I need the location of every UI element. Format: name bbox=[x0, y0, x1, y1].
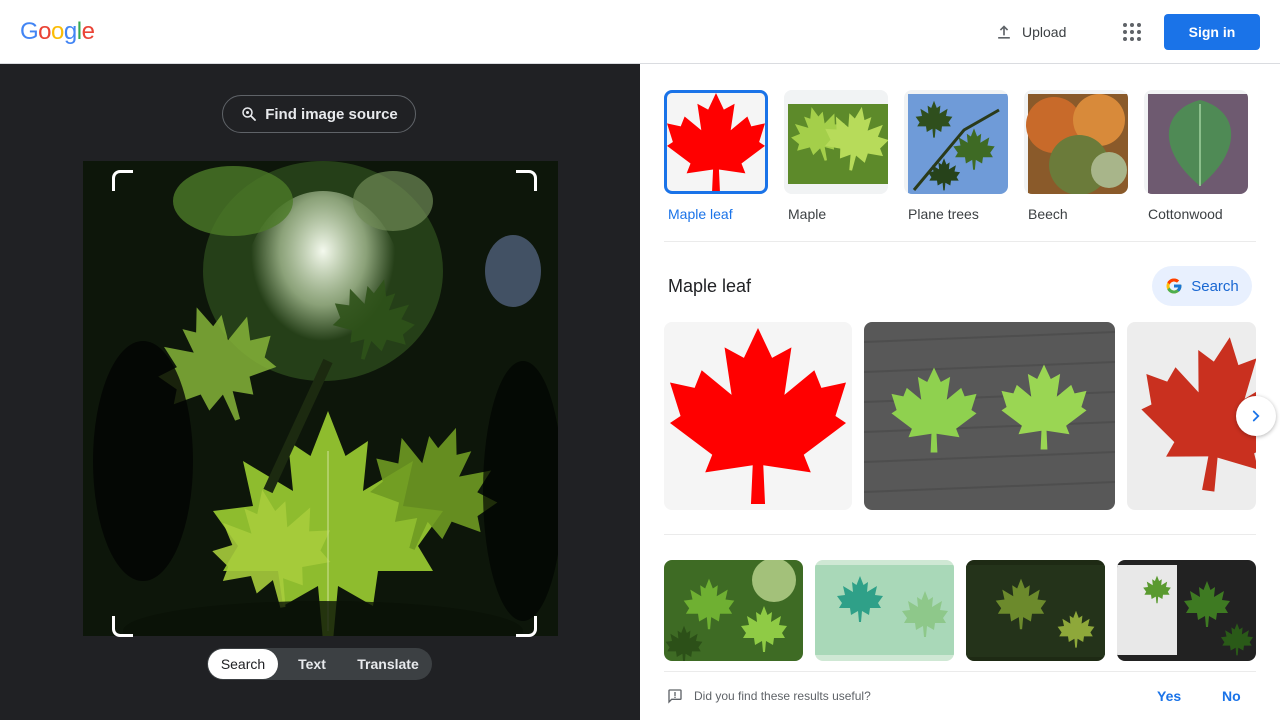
chip-label: Maple leaf bbox=[668, 206, 733, 222]
visual-match-2[interactable] bbox=[815, 560, 954, 661]
chip-label: Beech bbox=[1028, 206, 1068, 222]
logo-letter: o bbox=[51, 18, 64, 45]
related-chip-maple-leaf[interactable]: Maple leaf bbox=[664, 90, 768, 222]
google-search-button[interactable]: Search bbox=[1152, 266, 1252, 306]
chip-label: Plane trees bbox=[908, 206, 979, 222]
lens-mode-toggle: Search Text Translate bbox=[207, 648, 432, 680]
logo-letter: o bbox=[38, 18, 52, 45]
chip-thumbnail bbox=[1144, 90, 1248, 194]
lens-search-icon bbox=[242, 107, 257, 121]
crop-handle-top-left[interactable] bbox=[112, 170, 133, 191]
related-chip-cottonwood[interactable]: Cottonwood bbox=[1144, 90, 1248, 222]
chevron-right-icon bbox=[1252, 410, 1260, 422]
feedback-no-button[interactable]: No bbox=[1222, 688, 1241, 704]
logo-letter: g bbox=[63, 18, 77, 45]
crop-handle-bottom-left[interactable] bbox=[112, 616, 133, 637]
related-chip-beech[interactable]: Beech bbox=[1024, 90, 1128, 222]
top-bar: Google Upload Sign in bbox=[0, 0, 1280, 64]
chip-thumbnail bbox=[664, 90, 768, 194]
apps-grid-icon[interactable] bbox=[1116, 16, 1148, 48]
upload-button[interactable]: Upload bbox=[988, 16, 1072, 48]
google-logo[interactable]: Google bbox=[20, 18, 95, 46]
logo-letter: e bbox=[81, 18, 95, 45]
logo-letter: G bbox=[20, 18, 39, 45]
find-image-source-label: Find image source bbox=[265, 105, 398, 123]
chip-label: Maple bbox=[788, 206, 827, 222]
search-chip-label: Search bbox=[1191, 277, 1239, 295]
lens-image-panel: Find image source Search Text Translate bbox=[0, 64, 640, 720]
mode-translate-tab[interactable]: Translate bbox=[346, 649, 430, 679]
carousel-next-button[interactable] bbox=[1236, 396, 1276, 436]
sign-in-button[interactable]: Sign in bbox=[1164, 14, 1260, 50]
visual-match-4[interactable] bbox=[1117, 560, 1256, 661]
find-image-source-button[interactable]: Find image source bbox=[222, 95, 416, 133]
result-image-two-leaves[interactable] bbox=[864, 322, 1115, 510]
feedback-icon bbox=[668, 689, 682, 704]
upload-icon bbox=[998, 25, 1010, 39]
visual-match-3[interactable] bbox=[966, 560, 1105, 661]
chip-thumbnail bbox=[1024, 90, 1128, 194]
crop-handle-bottom-right[interactable] bbox=[516, 616, 537, 637]
divider bbox=[664, 671, 1256, 672]
visual-match-1[interactable] bbox=[664, 560, 803, 661]
mode-text-tab[interactable]: Text bbox=[278, 649, 346, 679]
related-chip-maple[interactable]: Maple bbox=[784, 90, 888, 222]
chip-thumbnail bbox=[904, 90, 1008, 194]
feedback-yes-button[interactable]: Yes bbox=[1157, 688, 1181, 704]
chip-label: Cottonwood bbox=[1148, 206, 1223, 222]
crop-handle-top-right[interactable] bbox=[516, 170, 537, 191]
query-image[interactable] bbox=[83, 161, 558, 636]
related-chip-plane-trees[interactable]: Plane trees bbox=[904, 90, 1008, 222]
divider bbox=[664, 534, 1256, 535]
result-image-canada-leaf[interactable] bbox=[664, 322, 852, 510]
mode-search-tab[interactable]: Search bbox=[208, 649, 278, 679]
feedback-question: Did you find these results useful? bbox=[694, 689, 871, 703]
google-g-icon bbox=[1166, 278, 1182, 294]
divider bbox=[664, 241, 1256, 242]
upload-label: Upload bbox=[1022, 24, 1067, 40]
chip-thumbnail bbox=[784, 90, 888, 194]
section-title: Maple leaf bbox=[668, 276, 752, 296]
